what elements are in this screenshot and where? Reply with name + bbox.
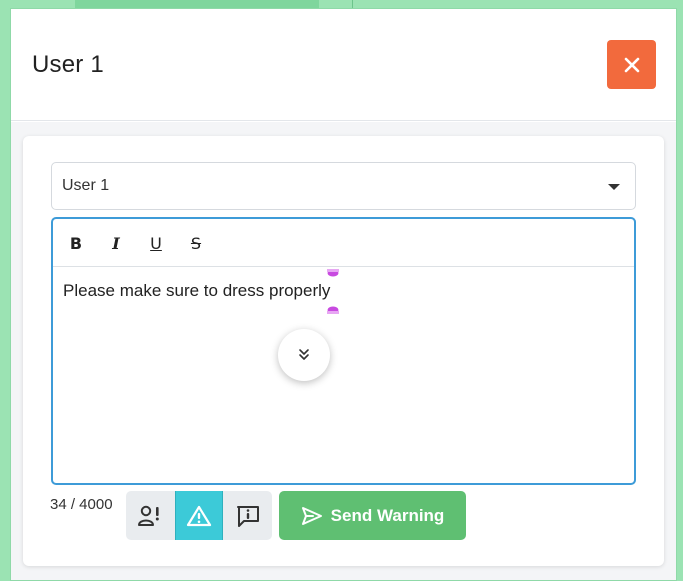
recipient-select[interactable]: User 1 — [51, 162, 636, 210]
user-exclamation-icon — [138, 505, 160, 526]
modal-header: User 1 — [11, 9, 676, 121]
character-count: 34 / 4000 — [50, 496, 113, 513]
user-alert-button[interactable] — [126, 491, 175, 540]
close-button[interactable] — [607, 40, 656, 89]
selection-handle-bottom-icon — [327, 306, 339, 314]
scroll-down-button[interactable] — [278, 329, 330, 381]
editor-toolbar: B I U S — [53, 219, 634, 267]
bold-button[interactable]: B — [64, 231, 88, 255]
selection-handle-top-icon — [327, 269, 339, 277]
modal-title: User 1 — [32, 51, 104, 78]
warning-type-button[interactable] — [174, 491, 224, 540]
message-type-group — [126, 491, 272, 540]
editor-content[interactable]: Please make sure to dress properly — [63, 281, 330, 301]
warning-triangle-icon — [186, 505, 212, 526]
close-icon — [624, 57, 639, 72]
send-warning-button[interactable]: Send Warning — [279, 491, 466, 540]
modal-body: User 1 B I U S Please make sure to dress… — [11, 122, 676, 580]
italic-button[interactable]: I — [104, 231, 128, 255]
send-warning-label: Send Warning — [330, 505, 445, 525]
background-tab — [75, 0, 319, 8]
message-card: User 1 B I U S Please make sure to dress… — [23, 136, 664, 566]
double-chevron-down-icon — [299, 349, 309, 360]
underline-button[interactable]: U — [144, 231, 168, 255]
chevron-down-icon — [608, 184, 620, 190]
info-message-icon — [236, 505, 259, 527]
strikethrough-button[interactable]: S — [184, 231, 208, 255]
info-type-button[interactable] — [223, 491, 272, 540]
background-divider — [352, 0, 353, 8]
recipient-select-value: User 1 — [62, 177, 110, 194]
warning-modal: User 1 User 1 B I U S Please make sure t… — [10, 8, 677, 581]
message-editor[interactable]: B I U S Please make sure to dress proper… — [51, 217, 636, 485]
send-icon — [301, 506, 322, 525]
